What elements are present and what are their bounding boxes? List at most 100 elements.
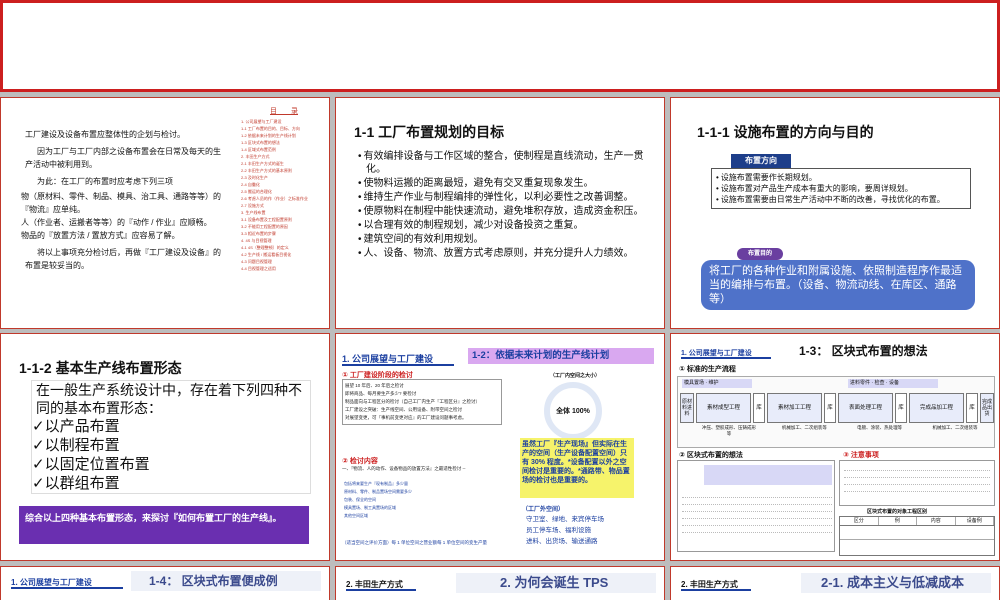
slide-thumbnail-selected[interactable] bbox=[0, 0, 1000, 92]
flow-step: 库 bbox=[895, 393, 907, 423]
toc-item: 1. 公司展望与工厂建设 bbox=[241, 119, 282, 124]
flow-step: 库 bbox=[824, 393, 836, 423]
table-header-cell: 例 bbox=[879, 517, 917, 525]
slide-title: 1-1 工厂布置规划的目标 bbox=[354, 124, 505, 140]
flow-top-0: 模具置场 bbox=[684, 380, 705, 386]
form-item: 以制程布置 bbox=[32, 436, 310, 455]
section-underline bbox=[346, 589, 416, 591]
intro-para-7: 将以上事项充分检讨后，再做『工厂建设及设备』的布置是较妥当的。 bbox=[25, 248, 221, 270]
toc-item: 3-1 设备布置及工程配置原则 bbox=[241, 217, 292, 222]
content-list: 包括将来要生产『现有制品』多少量 原材料、零件、制品置场空间需要多少 包装、保全的空… bbox=[344, 480, 496, 520]
section-underline bbox=[11, 587, 123, 589]
slide-thumbnail-1-1-1[interactable]: 1-1-1 设施布置的方向与目的 布置方向 设施布置需要作长期规划。设施布置对产… bbox=[670, 97, 1000, 329]
summary-box: 综合以上四种基本布置形态，来探讨『如何布置工厂的生产线』。 bbox=[19, 506, 309, 544]
flow-sub-item: 机械加工、二次组装等 bbox=[781, 425, 827, 430]
outside-item: 员工停车场、福利设施 bbox=[526, 527, 591, 534]
notes-box bbox=[839, 460, 995, 506]
flow-top2-2: 设备 bbox=[888, 380, 899, 386]
slide-thumbnail-2-1[interactable]: 2. 丰田生产方式 2-1. 成本主义与低减成本 bbox=[670, 566, 1000, 600]
flow-top2-0: 进料零件 bbox=[850, 380, 871, 386]
content-row: 模具置场、制工具置场的区域 bbox=[344, 505, 396, 510]
slide-thumbnail-1-4[interactable]: 1. 公司展望与工厂建设 1-4： 区块式布置便成例 bbox=[0, 566, 330, 600]
table-row bbox=[840, 540, 994, 554]
check-item: 即将商品、每月要生产多少? 要检讨 bbox=[345, 391, 417, 396]
table-header-cell: 内容 bbox=[917, 517, 956, 525]
toc-item: 4-1 4S（整理整顿）的定义 bbox=[241, 245, 289, 250]
bullet-item: 有效编排设备与工作区域的整合，使制程是直线流动，生产一贯化。 bbox=[358, 150, 646, 176]
slide-thumbnail-1-3[interactable]: 1. 公司展望与工厂建设 1-3： 区块式布置的想法 ① 标准的生产流程 模具置… bbox=[670, 333, 1000, 561]
content-row: 包括将来要生产『现有制品』多少量 bbox=[344, 481, 408, 486]
toc-item: 2-3 及时化生产 bbox=[241, 175, 268, 180]
toc-item: 1-1 工厂布置的目的、目标、方向 bbox=[241, 126, 300, 131]
check-list: 展望 10 年后、20 年后之检讨即将商品、每月要生产多少? 要检讨制品面向与工… bbox=[342, 379, 502, 425]
slide-thumbnail-1-1[interactable]: 1-1 工厂布置规划的目标 有效编排设备与工作区域的整合，使制程是直线流动，生产… bbox=[335, 97, 665, 329]
check-item: 对展望变更，可『事机前变更对应』的工厂建设问题事考虑。 bbox=[345, 415, 467, 420]
direction-label: 布置方向 bbox=[731, 154, 791, 168]
space-note: 虽然工厂『生产现场』但实际在生产的空间（生产设备配置空间）只有 30% 程度。*… bbox=[520, 438, 634, 498]
table-header: 区分例内容 设备例 bbox=[840, 517, 994, 526]
direction-item: 设施布置对产品生产成本有重大的影响，要周详规划。 bbox=[716, 183, 966, 194]
form-item: 以产品布置 bbox=[32, 417, 310, 436]
direction-item: 设施布置需要作长期规划。 bbox=[716, 172, 966, 183]
flow-top-left: 模具置场 · 维护 bbox=[682, 379, 752, 388]
toc-item: 1-4 区域式布置范例 bbox=[241, 147, 276, 152]
object-table: 区分例内容 设备例 bbox=[839, 516, 995, 556]
outside-list: 守卫室、绿地、来宾停车场 员工停车场、福利设施 进料、出货场、输送通路 bbox=[526, 514, 604, 547]
table-header-cell: 设备例 bbox=[956, 517, 994, 525]
toc-item: 1-2 依据未来计划的生产线计划 bbox=[241, 133, 296, 138]
toc-item: 2. 丰田生产方式 bbox=[241, 154, 270, 159]
toc-item: 4-4 目视管理之适用 bbox=[241, 266, 276, 271]
section-underline bbox=[342, 364, 454, 366]
flow-step: 表面处理工程 bbox=[838, 393, 893, 423]
intro-para-3: 为此：在工厂的布置时应考虑下列三项 bbox=[37, 177, 173, 186]
toc: 目 录 1. 公司展望与工厂建设 1-1 工厂布置的目的、目标、方向 1-2 依据未… bbox=[241, 106, 327, 272]
flow-step: 库 bbox=[753, 393, 765, 423]
outside-title: （工厂外空间） bbox=[522, 507, 565, 513]
space-circle-chart: 全体 100% bbox=[544, 382, 602, 440]
flow-step: 完成品加工程 bbox=[909, 393, 964, 423]
flow-step: 库 bbox=[966, 393, 978, 423]
toc-item: 3-2 不能用工程配置的原因 bbox=[241, 224, 288, 229]
outside-item: 进料、出货场、输送通路 bbox=[526, 538, 598, 545]
content-lead: 一、『物流、人的动作、设备物品的放置方法』之最适性检讨 -- bbox=[342, 466, 466, 471]
flow-step: 完成品出货 bbox=[980, 393, 994, 423]
flow-top-1: 维护 bbox=[708, 380, 719, 386]
bullet-item: 人、设备、物流、放置方式考虑原则，并充分提升人力绩效。 bbox=[358, 247, 646, 260]
slide-title: 1-1-1 设施布置的方向与目的 bbox=[697, 124, 874, 140]
intro-text: 工厂建设及设备布置应整体性的企划与检讨。 因为工厂与工厂内部之设备布置会在日常及… bbox=[21, 128, 225, 272]
section-underline bbox=[681, 357, 771, 359]
forms-list: 以产品布置以制程布置以固定位置布置以群组布置 bbox=[32, 417, 310, 493]
content-row: 原材料、零件、制品置场空间需要多少 bbox=[344, 489, 412, 494]
check-item: 展望 10 年后、20 年后之检讨 bbox=[345, 383, 404, 388]
slide-thumbnail-1-1-2[interactable]: 1-1-2 基本生产线布置形态 在一般生产系统设计中，存在着下列四种不同的基本布… bbox=[0, 333, 330, 561]
slide-title: 1-2：依据未来计划的生产线计划 bbox=[468, 348, 654, 364]
flow-sub-item: 机械加工、二次组装等 bbox=[932, 425, 978, 430]
intro-para-1: 工厂建设及设备布置应整体性的企划与检讨。 bbox=[25, 130, 185, 139]
toc-item: 4-3 问题目视管理 bbox=[241, 259, 272, 264]
flow-sub-item: 电镀、涂装、热处理等 bbox=[857, 425, 903, 430]
slide-title: 1-1-2 基本生产线布置形态 bbox=[19, 360, 182, 376]
flow-top-right: 进料零件 · 检查 · 设备 bbox=[848, 379, 938, 388]
slide-thumbnail-1-2[interactable]: 1. 公司展望与工厂建设 1-2：依据未来计划的生产线计划 ① 工厂建设阶段的检… bbox=[335, 333, 665, 561]
block-diagram bbox=[677, 460, 835, 552]
notes-heading: ③ 注意事项 bbox=[843, 452, 879, 459]
bullet-item: 以合理有效的制程规划，减少对设备投资之重复。 bbox=[358, 219, 646, 232]
toc-item: 3. 生产线布置 bbox=[241, 210, 266, 215]
slide-thumbnail-intro[interactable]: 工厂建设及设备布置应整体性的企划与检讨。 因为工厂与工厂内部之设备布置会在日常及… bbox=[0, 97, 330, 329]
check-item: 制品面向与工程区分的检讨（自己工厂内生产『工程区分』之检讨） bbox=[345, 399, 480, 404]
intro-para-4: 物（原材料、零件、制品、模具、治工具、通路等等）的『物流』应单纯。 bbox=[21, 192, 221, 214]
table-title: 区块式布置的对象工程区别 bbox=[867, 509, 928, 515]
form-item: 以群组布置 bbox=[32, 474, 310, 493]
flow-top2-1: 检查 bbox=[874, 380, 885, 386]
goal-box: 将工厂的各种作业和附属设施、依照制造程序作最适当的编排与布置。（设备、物流动线、… bbox=[701, 260, 975, 310]
toc-item: 4-2 生产线 / 搬运看板目视化 bbox=[241, 252, 292, 257]
intro-para-5: 人（作业者、运搬者等等）的『动作 / 作业』应顺畅。 bbox=[21, 218, 212, 227]
flow-steps: 原材料进料 素材成型工程库素材加工工程库表面处理工程库完成品加工程库完成品出货 bbox=[680, 393, 994, 423]
toc-item: 2-6 考虑人员的作（作业）之标准作业 bbox=[241, 196, 308, 201]
flow-diagram: 模具置场 · 维护 进料零件 · 检查 · 设备 原材料进料 素材成型工程库素材加… bbox=[677, 376, 995, 448]
goal-label: 布置目的 bbox=[737, 248, 783, 260]
table-header-cell: 区分 bbox=[840, 517, 879, 525]
content-row: 其他空间区域 bbox=[344, 513, 368, 518]
slide-title: 2-1. 成本主义与低减成本 bbox=[801, 573, 991, 593]
slide-thumbnail-2[interactable]: 2. 丰田生产方式 2. 为何会诞生 TPS bbox=[335, 566, 665, 600]
